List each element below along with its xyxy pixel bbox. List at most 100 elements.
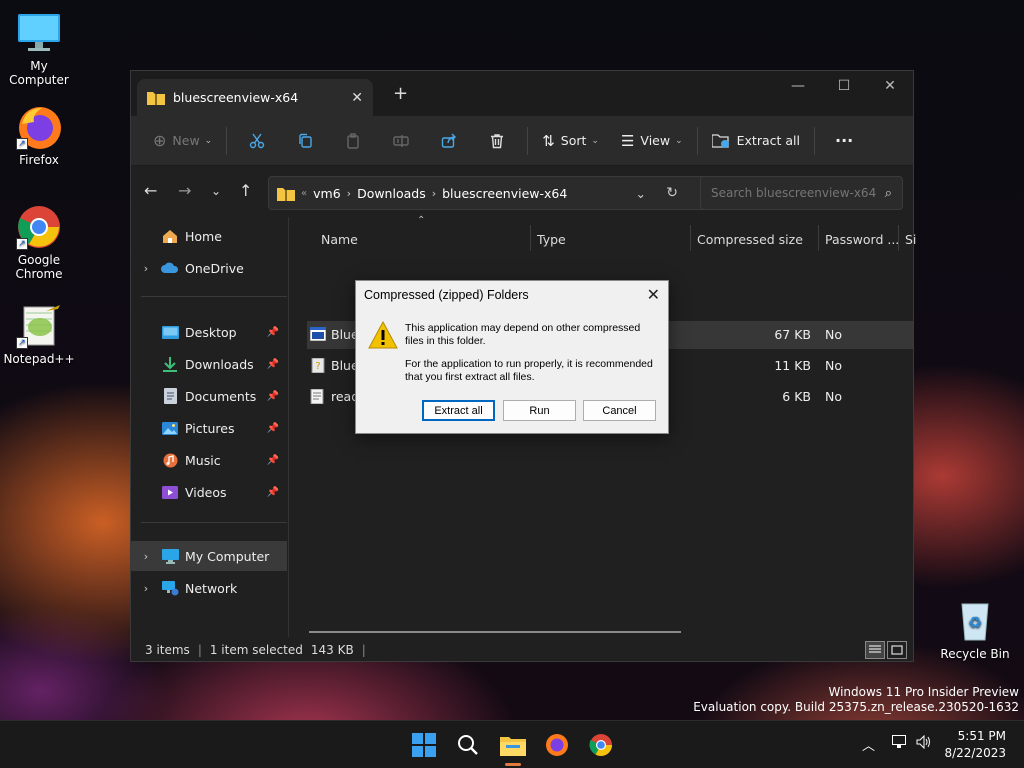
- desktop-icon-chrome[interactable]: ↗ Google Chrome: [0, 204, 78, 281]
- firefox-icon: [546, 734, 568, 756]
- compressed-folders-dialog: Compressed (zipped) Folders ✕ This appli…: [355, 280, 669, 434]
- column-divider[interactable]: [690, 225, 691, 251]
- search-button[interactable]: [452, 729, 484, 761]
- chrome-taskbar-button[interactable]: [585, 729, 617, 761]
- volume-tray-icon[interactable]: [916, 734, 932, 753]
- sidebar-item-label: Network: [185, 580, 238, 596]
- scissors-icon: [250, 133, 265, 148]
- network-tray-icon[interactable]: [892, 735, 908, 753]
- pin-icon[interactable]: 📌: [267, 487, 279, 498]
- cut-button[interactable]: [233, 125, 281, 157]
- cancel-button[interactable]: Cancel: [583, 400, 656, 421]
- sidebar-item-desktop[interactable]: Desktop 📌: [131, 317, 287, 347]
- share-button[interactable]: [425, 125, 473, 157]
- sort-label: Sort: [560, 133, 587, 148]
- column-divider[interactable]: [818, 225, 819, 251]
- search-box[interactable]: ⌕: [700, 176, 903, 210]
- sort-button[interactable]: ⇅ Sort ⌄: [534, 125, 607, 157]
- desktop-icon-recycle-bin[interactable]: ♻ Recycle Bin: [936, 598, 1014, 661]
- column-header-size[interactable]: Si: [905, 225, 916, 253]
- divider: [527, 126, 529, 155]
- divider: [141, 522, 287, 523]
- desktop-icon-notepadpp[interactable]: ↗ Notepad++: [0, 303, 78, 366]
- horizontal-scrollbar[interactable]: [309, 631, 681, 633]
- refresh-icon[interactable]: ↻: [666, 185, 678, 201]
- sidebar-item-my-computer[interactable]: › My Computer: [131, 541, 287, 571]
- new-button[interactable]: ⊕ New ⌄: [145, 125, 220, 157]
- chevron-right-icon[interactable]: ›: [131, 262, 161, 275]
- shortcut-arrow-icon: ↗: [16, 238, 28, 250]
- breadcrumb-bluescreenview[interactable]: bluescreenview-x64: [442, 186, 567, 201]
- view-list-icon: ☰: [620, 131, 635, 150]
- view-button[interactable]: ☰ View ⌄: [613, 125, 691, 157]
- forward-button[interactable]: →: [178, 181, 191, 200]
- start-button[interactable]: [408, 729, 440, 761]
- picture-icon: [161, 420, 179, 436]
- column-header-compressed-size[interactable]: Compressed size: [697, 225, 803, 253]
- music-icon: [161, 452, 179, 468]
- chevron-right-icon[interactable]: ›: [131, 550, 161, 563]
- sidebar-item-home[interactable]: Home: [131, 221, 287, 251]
- divider: [226, 126, 228, 155]
- sidebar-item-onedrive[interactable]: › OneDrive: [131, 253, 287, 283]
- download-icon: [161, 356, 179, 372]
- desktop-icon-my-computer[interactable]: My Computer: [0, 10, 78, 87]
- extract-all-dialog-button[interactable]: Extract all: [422, 400, 495, 421]
- column-divider[interactable]: [530, 225, 531, 251]
- breadcrumb-vm6[interactable]: vm6: [313, 186, 341, 201]
- new-label: New: [172, 133, 200, 148]
- sidebar-item-music[interactable]: Music 📌: [131, 445, 287, 475]
- sidebar-item-label: Pictures: [185, 420, 235, 436]
- rename-button[interactable]: [377, 125, 425, 157]
- recent-locations-button[interactable]: ⌄: [211, 184, 221, 198]
- pin-icon[interactable]: 📌: [267, 455, 279, 466]
- tab-bluescreenview[interactable]: bluescreenview-x64 ✕: [137, 79, 373, 116]
- pin-icon[interactable]: 📌: [267, 391, 279, 402]
- pin-icon[interactable]: 📌: [267, 423, 279, 434]
- sidebar-item-documents[interactable]: Documents 📌: [131, 381, 287, 411]
- extract-all-button[interactable]: Extract all: [704, 125, 808, 157]
- chevron-right-icon[interactable]: ›: [131, 582, 161, 595]
- copy-button[interactable]: [281, 125, 329, 157]
- firefox-taskbar-button[interactable]: [541, 729, 573, 761]
- sidebar-item-videos[interactable]: Videos 📌: [131, 477, 287, 507]
- column-header-password[interactable]: Password ...: [825, 225, 899, 253]
- run-button[interactable]: Run: [503, 400, 576, 421]
- svg-text:?: ?: [315, 361, 320, 372]
- column-header-type[interactable]: Type: [537, 225, 566, 253]
- show-hidden-icons-button[interactable]: ︿: [862, 735, 875, 754]
- sidebar-item-pictures[interactable]: Pictures 📌: [131, 413, 287, 443]
- firefox-icon: ↗: [16, 104, 62, 150]
- up-button[interactable]: ↑: [239, 181, 252, 200]
- breadcrumb-downloads[interactable]: Downloads: [357, 186, 426, 201]
- search-input[interactable]: [711, 186, 885, 200]
- view-label: View: [640, 133, 671, 148]
- details-view-button[interactable]: [865, 641, 885, 659]
- desktop-icon-firefox[interactable]: ↗ Firefox: [0, 104, 78, 167]
- address-dropdown-icon[interactable]: ⌄: [636, 186, 646, 201]
- paste-button[interactable]: [329, 125, 377, 157]
- network-icon: [161, 580, 179, 596]
- pin-icon[interactable]: 📌: [267, 359, 279, 370]
- column-header-name[interactable]: Name: [321, 225, 358, 253]
- column-divider[interactable]: [898, 225, 899, 251]
- new-tab-button[interactable]: +: [393, 83, 408, 104]
- clock[interactable]: 5:51 PM 8/22/2023: [944, 728, 1006, 762]
- active-app-indicator: [505, 763, 521, 766]
- sidebar-item-downloads[interactable]: Downloads 📌: [131, 349, 287, 379]
- address-bar[interactable]: « vm6 › Downloads › bluescreenview-x64 ⌄…: [268, 176, 717, 210]
- back-button[interactable]: ←: [144, 181, 157, 200]
- delete-button[interactable]: [473, 125, 521, 157]
- minimize-button[interactable]: —: [775, 71, 821, 101]
- close-tab-icon[interactable]: ✕: [351, 90, 363, 106]
- more-options-button[interactable]: ···: [821, 125, 867, 157]
- maximize-button[interactable]: ☐: [821, 71, 867, 101]
- close-window-button[interactable]: ✕: [867, 71, 913, 101]
- sidebar-item-network[interactable]: › Network: [131, 573, 287, 603]
- dialog-close-icon[interactable]: ✕: [647, 285, 660, 305]
- divider: [696, 126, 698, 155]
- zip-folder-icon: [277, 187, 295, 201]
- file-explorer-taskbar-button[interactable]: [497, 729, 529, 761]
- tiles-view-button[interactable]: [887, 641, 907, 659]
- pin-icon[interactable]: 📌: [267, 327, 279, 338]
